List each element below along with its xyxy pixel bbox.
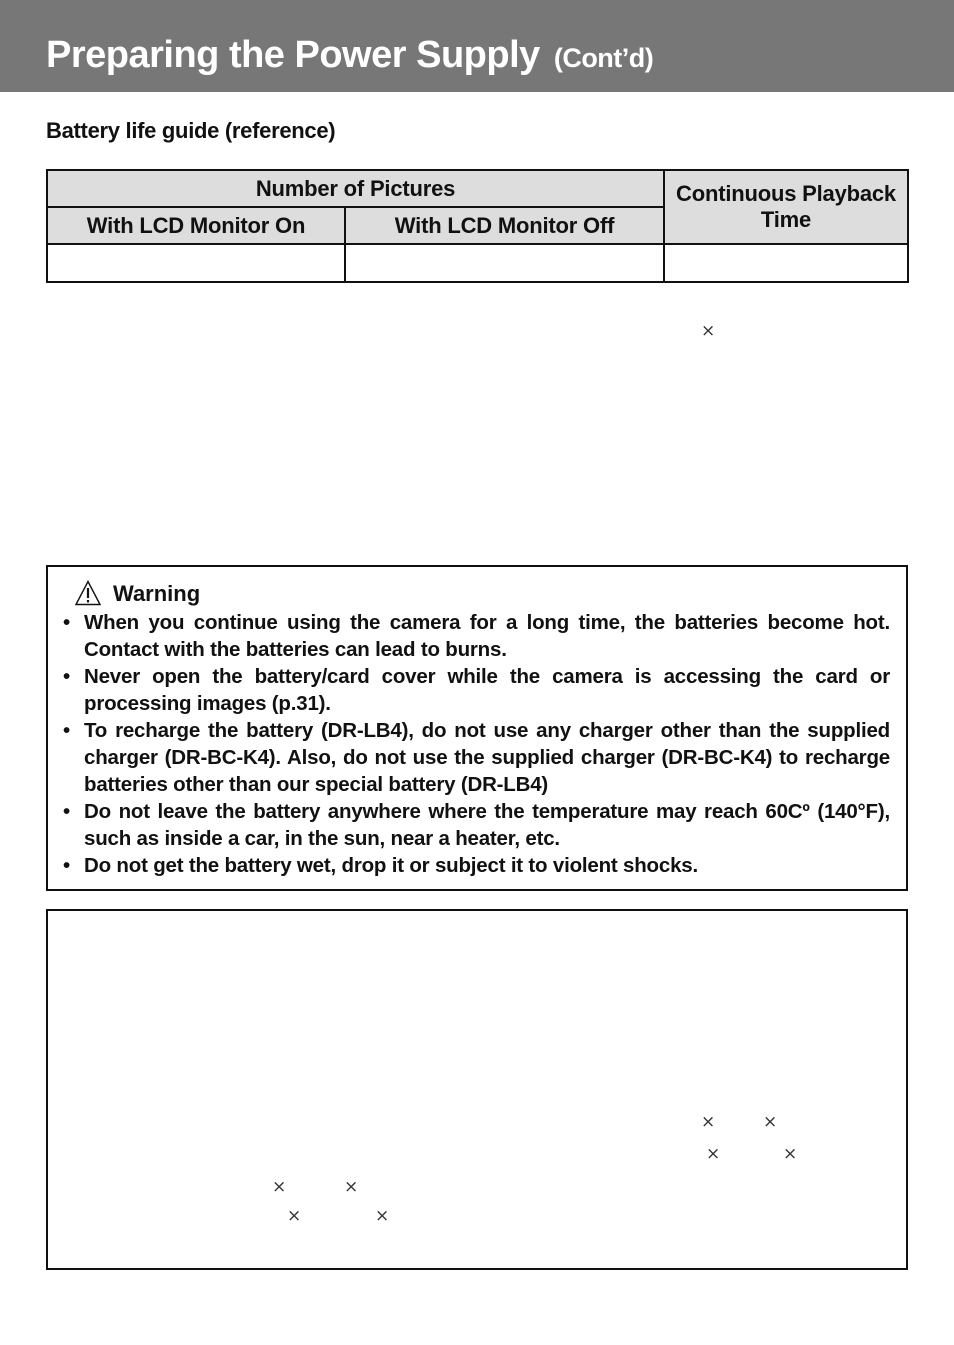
- bullet: •: [63, 719, 70, 742]
- warning-item: • Do not get the battery wet, drop it or …: [63, 852, 890, 879]
- header-continuous-playback-time: Continuous Playback Time: [663, 169, 909, 245]
- warning-item: • Do not leave the battery anywhere where…: [63, 798, 890, 852]
- battery-life-table: Number of Pictures Continuous Playback T…: [46, 169, 909, 283]
- multiply-mark: ×: [701, 321, 716, 341]
- multiply-mark: ×: [763, 1112, 778, 1132]
- warning-title: Warning: [75, 579, 890, 609]
- warning-item: • When you continue using the camera for …: [63, 609, 890, 663]
- manual-page: Preparing the Power Supply (Cont’d) Batt…: [0, 0, 954, 1345]
- warning-triangle-icon: [75, 580, 101, 606]
- multiply-mark: ×: [706, 1144, 721, 1164]
- section-heading: Battery life guide (reference): [46, 118, 336, 143]
- multiply-mark: ×: [287, 1206, 302, 1226]
- warning-item-text: Do not leave the battery anywhere where …: [84, 800, 890, 850]
- warning-item-text: Do not get the battery wet, drop it or s…: [84, 854, 698, 877]
- cell-lcd-on: [46, 243, 346, 283]
- warning-item: • Never open the battery/card cover while…: [63, 663, 890, 717]
- warning-item-text: To recharge the battery (DR-LB4), do not…: [84, 719, 890, 796]
- multiply-mark: ×: [701, 1112, 716, 1132]
- cell-playback-time: [663, 243, 909, 283]
- bullet: •: [63, 665, 70, 688]
- multiply-mark: ×: [344, 1177, 359, 1197]
- multiply-mark: ×: [375, 1206, 390, 1226]
- note-box: [46, 909, 908, 1270]
- warning-item: • To recharge the battery (DR-LB4), do no…: [63, 717, 890, 798]
- multiply-mark: ×: [783, 1144, 798, 1164]
- warning-list: • When you continue using the camera for …: [63, 609, 890, 879]
- bullet: •: [63, 854, 70, 877]
- warning-item-text: Never open the battery/card cover while …: [84, 665, 890, 715]
- table-row: [46, 243, 909, 283]
- header-lcd-on: With LCD Monitor On: [46, 206, 346, 245]
- header-number-of-pictures: Number of Pictures: [46, 169, 665, 208]
- page-title: Preparing the Power Supply (Cont’d): [46, 34, 654, 77]
- header-lcd-off: With LCD Monitor Off: [344, 206, 665, 245]
- page-title-main: Preparing the Power Supply: [46, 34, 540, 76]
- multiply-mark: ×: [272, 1177, 287, 1197]
- cell-lcd-off: [344, 243, 665, 283]
- warning-title-text: Warning: [113, 581, 201, 606]
- bullet: •: [63, 611, 70, 634]
- bullet: •: [63, 800, 70, 823]
- page-title-suffix: (Cont’d): [553, 43, 654, 73]
- warning-box: Warning • When you continue using the cam…: [46, 565, 908, 891]
- warning-item-text: When you continue using the camera for a…: [84, 611, 890, 661]
